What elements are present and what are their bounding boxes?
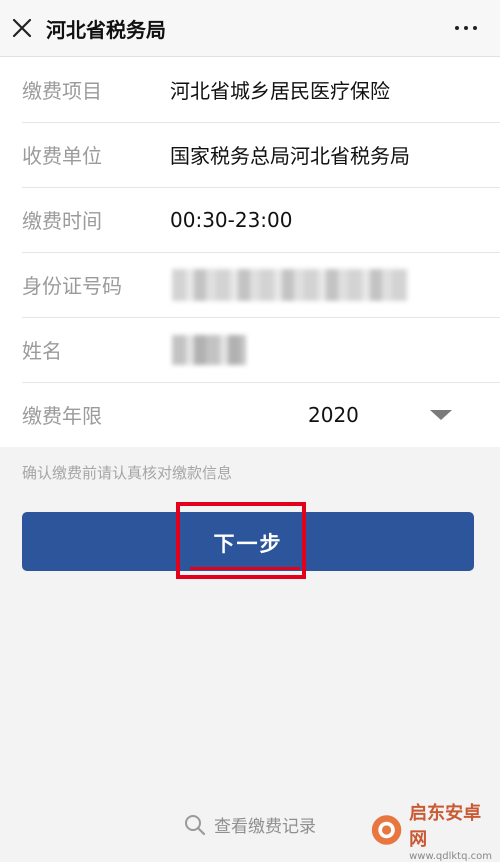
close-button[interactable]: [0, 0, 44, 56]
year-select[interactable]: 2020: [308, 403, 359, 427]
more-icon-dot: [464, 26, 468, 30]
form-row-name: 姓名: [0, 317, 500, 382]
form-row-time: 缴费时间 00:30-23:00: [0, 187, 500, 252]
form-row-id-number: 身份证号码: [0, 252, 500, 317]
field-label: 收费单位: [22, 144, 102, 168]
watermark-title: 启东安卓网: [409, 802, 482, 850]
payment-form: 缴费项目 河北省城乡居民医疗保险 收费单位 国家税务总局河北省税务局 缴费时间 …: [0, 57, 500, 447]
field-label: 缴费项目: [22, 79, 102, 103]
form-row-collector: 收费单位 国家税务总局河北省税务局: [0, 122, 500, 187]
watermark-logo-icon: [371, 815, 402, 845]
field-label: 缴费时间: [22, 209, 102, 233]
top-bar: 河北省税务局: [0, 0, 500, 57]
field-value: 00:30-23:00: [170, 207, 293, 232]
field-label: 身份证号码: [22, 274, 122, 298]
more-options-button[interactable]: [446, 14, 486, 42]
form-row-year[interactable]: 缴费年限 2020: [0, 382, 500, 447]
more-icon: [455, 26, 459, 30]
more-icon-dot: [473, 26, 477, 30]
page-title: 河北省税务局: [46, 17, 166, 42]
search-icon: [185, 814, 206, 835]
view-records-label: 查看缴费记录: [214, 817, 316, 837]
field-value: 国家税务总局河北省税务局: [170, 144, 410, 168]
underline-annotation: [190, 567, 300, 570]
id-number-field[interactable]: [172, 269, 408, 301]
name-field[interactable]: [172, 335, 246, 365]
dropdown-arrow-icon[interactable]: [430, 410, 452, 420]
close-icon: [12, 18, 32, 38]
form-row-item: 缴费项目 河北省城乡居民医疗保险: [0, 57, 500, 122]
watermark: 启东安卓网 www.qdlktq.com: [370, 803, 492, 862]
watermark-url: www.qdlktq.com: [409, 850, 492, 862]
confirm-hint: 确认缴费前请认真核对缴款信息: [22, 464, 233, 482]
field-label: 缴费年限: [22, 404, 102, 428]
field-label: 姓名: [22, 339, 62, 363]
field-value: 河北省城乡居民医疗保险: [170, 79, 390, 103]
